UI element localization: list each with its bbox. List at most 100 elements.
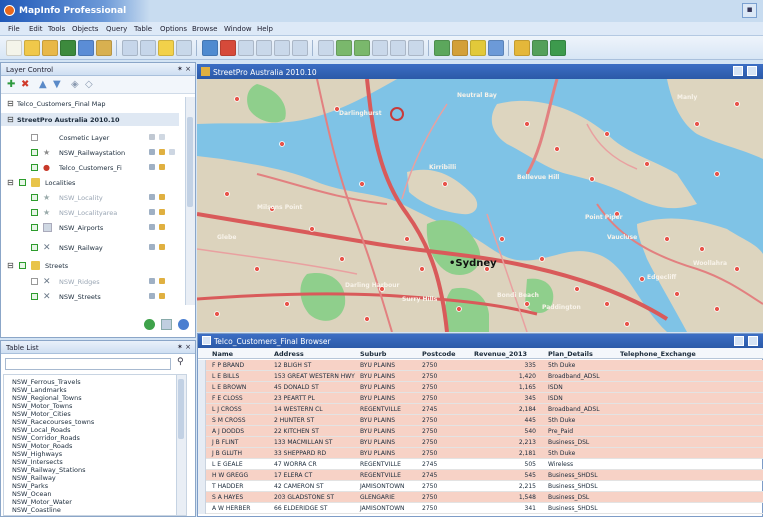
table-cell[interactable]: L J CROSS xyxy=(212,406,242,413)
label-layer-icon[interactable] xyxy=(159,278,165,284)
list-item[interactable]: NSW_Motor_Towns xyxy=(12,402,72,410)
column-header[interactable]: Telephone_Exchange xyxy=(620,350,696,358)
menu-objects[interactable]: Objects xyxy=(72,25,98,33)
scrollbar-thumb[interactable] xyxy=(187,117,193,207)
table-cell[interactable]: A W HERBER xyxy=(212,505,250,512)
row-selector[interactable] xyxy=(198,415,206,426)
list-item[interactable]: NSW_Railway xyxy=(12,474,56,482)
layer-props-icon[interactable]: ◈ xyxy=(71,80,79,90)
table-cell[interactable]: 545 xyxy=(474,472,536,479)
table-cell[interactable]: 2750 xyxy=(422,450,437,457)
menu-help[interactable]: Help xyxy=(257,25,273,33)
menu-browse[interactable]: Browse xyxy=(192,25,218,33)
table-cell[interactable]: L E GEALE xyxy=(212,461,243,468)
select-layer-icon[interactable] xyxy=(159,134,165,140)
list-item[interactable]: NSW_Motor_Cities xyxy=(12,410,71,418)
label-layer-icon[interactable] xyxy=(159,209,165,215)
maximize-icon[interactable] xyxy=(747,66,757,76)
thematic-map-icon[interactable] xyxy=(452,40,468,56)
minimize-icon[interactable] xyxy=(733,66,743,76)
visibility-checkbox[interactable] xyxy=(31,134,38,141)
table-cell[interactable]: 42 CAMERON ST xyxy=(274,483,324,490)
visibility-checkbox[interactable] xyxy=(19,262,26,269)
table-cell[interactable]: 505 xyxy=(474,461,536,468)
table-row[interactable]: L E BROWN 45 DONALD ST BYU PLAINS 2750 1,165… xyxy=(198,382,763,393)
collapse-icon[interactable]: ⊟ xyxy=(7,99,14,108)
table-row[interactable]: A W HERBER 66 ELDERIDGE ST JAMISONTOWN 2750… xyxy=(198,503,763,514)
browser-window[interactable]: Telco_Customers_Final Browser Name Addre… xyxy=(197,333,763,517)
menu-file[interactable]: File xyxy=(8,25,20,33)
table-cell[interactable]: S A HAYES xyxy=(212,494,243,501)
visibility-checkbox[interactable] xyxy=(31,278,38,285)
table-cell[interactable]: BYU PLAINS xyxy=(360,362,395,369)
zoom-out-icon[interactable] xyxy=(354,40,370,56)
tools-icon[interactable] xyxy=(532,40,548,56)
help-icon[interactable] xyxy=(178,319,189,330)
new-layout-icon[interactable] xyxy=(256,40,272,56)
list-item[interactable]: NSW_Motor_Water xyxy=(12,498,72,506)
label-layer-icon[interactable] xyxy=(159,244,165,250)
tree-row-streetpro[interactable]: ⊟ StreetPro Australia 2010.10 xyxy=(1,113,179,126)
table-cell[interactable]: 153 GREAT WESTERN HWY xyxy=(274,373,355,380)
table-cell[interactable]: 23 PEARTT PL xyxy=(274,395,315,402)
edit-layer-icon[interactable] xyxy=(149,164,155,170)
list-item[interactable]: NSW_Local_Roads xyxy=(12,426,70,434)
list-item[interactable]: NSW_Ferrous_Travels xyxy=(12,378,81,386)
collapse-icon[interactable]: ⊟ xyxy=(7,261,14,270)
table-row[interactable]: L J CROSS 14 WESTERN CL REGENTVILLE 2745 2,1… xyxy=(198,404,763,415)
table-cell[interactable]: 2750 xyxy=(422,494,437,501)
table-cell[interactable]: F E CLOSS xyxy=(212,395,243,402)
move-up-icon[interactable]: ▲ xyxy=(39,80,47,90)
table-cell[interactable]: Broadband_ADSL xyxy=(548,406,600,413)
table-cell[interactable]: 66 ELDERIDGE ST xyxy=(274,505,327,512)
layer-row-railwaystation[interactable]: ★ NSW_Railwaystation xyxy=(1,146,179,159)
collapse-icon[interactable]: ⊟ xyxy=(7,178,14,187)
table-list-box[interactable]: NSW_Ferrous_Travels NSW_Landmarks NSW_Re… xyxy=(3,374,187,516)
list-item[interactable]: NSW_Corridor_Roads xyxy=(12,434,80,442)
table-cell[interactable]: 2,181 xyxy=(474,450,536,457)
table-cell[interactable]: 203 GLADSTONE ST xyxy=(274,494,334,501)
table-cell[interactable]: 2745 xyxy=(422,406,437,413)
pane-close-icon[interactable]: ✶ × xyxy=(177,65,191,73)
open-workspace-icon[interactable] xyxy=(42,40,58,56)
visibility-checkbox[interactable] xyxy=(31,293,38,300)
display-props-icon[interactable]: ◇ xyxy=(85,80,93,90)
table-cell[interactable]: 133 MACMILLAN ST xyxy=(274,439,332,446)
new-mapper-icon[interactable] xyxy=(220,40,236,56)
table-cell[interactable]: Pre_Paid xyxy=(548,428,573,435)
row-selector[interactable] xyxy=(198,503,206,514)
window-close-icon[interactable]: ▪ xyxy=(742,3,757,18)
table-cell[interactable]: 2750 xyxy=(422,428,437,435)
table-cell[interactable]: 1,548 xyxy=(474,494,536,501)
select-tool-icon[interactable] xyxy=(318,40,334,56)
table-cell[interactable]: 1,420 xyxy=(474,373,536,380)
table-filter-input[interactable] xyxy=(5,358,171,370)
table-cell[interactable]: F P BRAND xyxy=(212,362,244,369)
new-browser-icon[interactable] xyxy=(202,40,218,56)
list-item[interactable]: NSW_Regional_Towns xyxy=(12,394,82,402)
table-cell[interactable]: L E BROWN xyxy=(212,384,246,391)
layer-row-cosmetic[interactable]: Cosmetic Layer xyxy=(1,131,179,144)
collapse-icon[interactable]: ⊟ xyxy=(7,115,14,124)
table-row[interactable]: J B FLINT 133 MACMILLAN ST BYU PLAINS 2750 2… xyxy=(198,437,763,448)
table-cell[interactable]: 2,184 xyxy=(474,406,536,413)
layer-row-ridges[interactable]: ✕ NSW_Ridges xyxy=(1,275,179,288)
edit-layer-icon[interactable] xyxy=(149,134,155,140)
table-row[interactable]: H W GREGG 17 ELERA CT REGENTVILLE 2745 545 Bu… xyxy=(198,470,763,481)
list-item[interactable]: NSW_Landmarks xyxy=(12,386,67,394)
row-selector[interactable] xyxy=(198,426,206,437)
list-item[interactable]: NSW_Railway_Stations xyxy=(12,466,86,474)
table-cell[interactable]: 5th Duke xyxy=(548,417,575,424)
row-selector[interactable] xyxy=(198,459,206,470)
table-cell[interactable]: BYU PLAINS xyxy=(360,428,395,435)
table-row[interactable]: L E BILLS 153 GREAT WESTERN HWY BYU PLAINS… xyxy=(198,371,763,382)
menu-window[interactable]: Window xyxy=(224,25,252,33)
table-cell[interactable]: H W GREGG xyxy=(212,472,248,479)
add-layer-icon[interactable]: ✚ xyxy=(7,80,15,90)
table-cell[interactable]: 2745 xyxy=(422,472,437,479)
print-icon[interactable] xyxy=(96,40,112,56)
table-cell[interactable]: 2750 xyxy=(422,362,437,369)
help-pointer-icon[interactable] xyxy=(292,40,308,56)
column-header[interactable]: Revenue_2013 xyxy=(474,350,527,358)
label-layer-icon[interactable] xyxy=(159,194,165,200)
